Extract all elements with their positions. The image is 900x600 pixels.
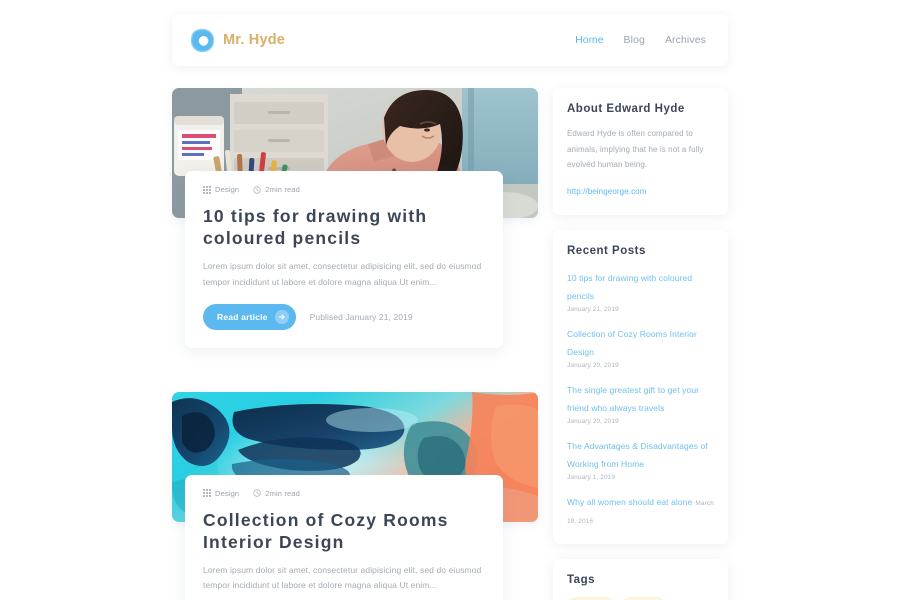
recent-post-date: January 20, 2019	[567, 417, 619, 425]
recent-post-link[interactable]: Why all women should eat alone	[567, 497, 692, 507]
post-list: Design 2min read 10 tips for drawing wit…	[172, 88, 538, 600]
tags-widget: Tags Blogging Fashion Industrial Design …	[553, 558, 728, 600]
post-read-time-label: 2min read	[265, 488, 300, 498]
post-category[interactable]: Design	[203, 185, 239, 194]
post-footer: Read article Publised January 21, 2019	[203, 303, 485, 330]
nav-item-home[interactable]: Home	[575, 34, 603, 46]
recent-post-link[interactable]: The Advantages & Disadvantages of Workin…	[567, 441, 708, 469]
blog-page: Mr. Hyde Home Blog Archives Design 2min …	[0, 0, 900, 600]
nav-item-blog[interactable]: Blog	[624, 34, 645, 46]
nav-item-archives[interactable]: Archives	[665, 34, 706, 46]
post-category[interactable]: Design	[203, 489, 239, 498]
read-article-button[interactable]: Read article	[203, 303, 296, 330]
post-content: Design 2min read Collection of Cozy Room…	[185, 474, 503, 600]
main-nav: Home Blog Archives	[575, 34, 706, 46]
recent-post-link[interactable]: The single greatest gift to get your fri…	[567, 385, 699, 413]
brand[interactable]: Mr. Hyde	[190, 28, 285, 53]
grid-icon	[203, 185, 211, 194]
recent-post-link[interactable]: Collection of Cozy Rooms Interior Design	[567, 329, 697, 357]
recent-post-item: The Advantages & Disadvantages of Workin…	[567, 436, 714, 481]
post-meta: Design 2min read	[203, 185, 485, 194]
post-title[interactable]: 10 tips for drawing with coloured pencil…	[203, 205, 485, 249]
recent-post-date: January 20, 2019	[567, 361, 619, 369]
droplet-logo-icon	[190, 28, 215, 53]
post-published-date: Publised January 21, 2019	[309, 311, 413, 322]
post-read-time: 2min read	[253, 185, 300, 194]
recent-post-item: The single greatest gift to get your fri…	[567, 380, 714, 425]
clock-icon	[253, 185, 261, 194]
sidebar: About Edward Hyde Edward Hyde is often c…	[553, 88, 728, 600]
post-read-time: 2min read	[253, 489, 300, 498]
read-article-label: Read article	[217, 311, 268, 322]
post-excerpt: Lorem ipsum dolor sit amet, consectetur …	[203, 564, 482, 591]
recent-post-item: Collection of Cozy Rooms Interior Design…	[567, 324, 714, 369]
recent-post-item: 10 tips for drawing with coloured pencil…	[567, 268, 714, 313]
about-website-link[interactable]: http://beingeorge.com	[567, 187, 646, 196]
site-header: Mr. Hyde Home Blog Archives	[172, 14, 728, 66]
clock-icon	[253, 489, 261, 497]
about-title: About Edward Hyde	[567, 103, 685, 115]
post-category-label: Design	[215, 488, 240, 498]
post-excerpt: Lorem ipsum dolor sit amet, consectetur …	[203, 261, 482, 287]
recent-post-date: January 21, 2019	[567, 305, 619, 313]
arrow-right-icon	[274, 309, 289, 324]
post-meta: Design 2min read	[203, 489, 485, 498]
post-read-time-label: 2min read	[265, 185, 300, 194]
recent-post-link[interactable]: 10 tips for drawing with coloured pencil…	[567, 273, 692, 301]
tags-title: Tags	[567, 573, 595, 586]
post-card: Design 2min read 10 tips for drawing wit…	[172, 88, 538, 348]
post-category-label: Design	[215, 185, 240, 194]
post-card: Design 2min read Collection of Cozy Room…	[172, 391, 538, 600]
recent-post-date: January 1, 2019	[567, 473, 616, 481]
post-title[interactable]: Collection of Cozy Rooms Interior Design	[203, 509, 485, 553]
recent-post-item: Why all women should eat alone March 19, …	[567, 492, 714, 528]
grid-icon	[203, 489, 211, 498]
brand-name: Mr. Hyde	[223, 32, 286, 48]
about-widget: About Edward Hyde Edward Hyde is often c…	[553, 88, 728, 215]
recent-posts-widget: Recent Posts 10 tips for drawing with co…	[553, 229, 728, 544]
about-text: Edward Hyde is often compared to animals…	[567, 129, 704, 170]
recent-posts-title: Recent Posts	[567, 244, 646, 257]
post-content: Design 2min read 10 tips for drawing wit…	[185, 171, 503, 348]
